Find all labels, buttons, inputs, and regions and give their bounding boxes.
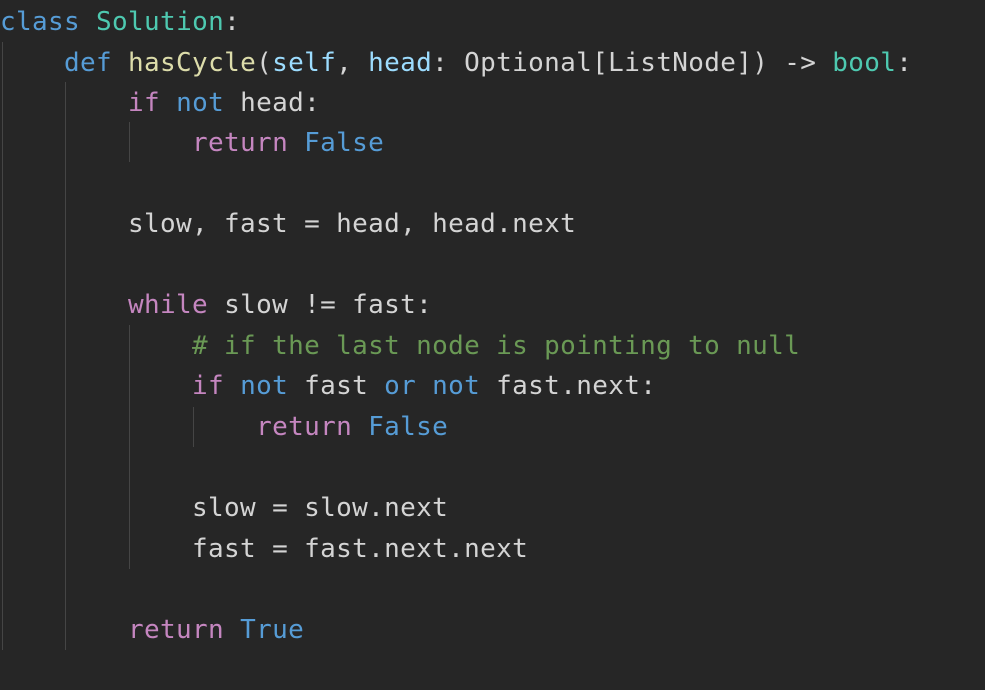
- function-name: hasCycle: [128, 48, 257, 78]
- assignment-statement: slow, fast = head, head.next: [128, 209, 577, 239]
- param-head: head: [368, 48, 433, 78]
- keyword-or: or: [384, 371, 417, 401]
- constant-true: True: [240, 615, 305, 645]
- code-line-1[interactable]: class Solution:: [0, 2, 240, 42]
- constant-false: False: [304, 128, 385, 158]
- condition-text: fast: [288, 371, 385, 401]
- type-colon: :: [432, 48, 465, 78]
- keyword-return: return: [128, 615, 225, 645]
- assignment-statement: fast = fast.next.next: [192, 534, 529, 564]
- class-name: Solution: [96, 7, 225, 37]
- keyword-if: if: [128, 88, 161, 118]
- condition-text: fast.next:: [480, 371, 657, 401]
- keyword-return: return: [192, 128, 289, 158]
- punctuation-colon: :: [896, 48, 913, 78]
- keyword-if: if: [192, 371, 225, 401]
- keyword-not: not: [176, 88, 225, 118]
- code-line-3[interactable]: if not head:: [0, 83, 320, 123]
- condition-text: head:: [224, 88, 321, 118]
- code-line-16[interactable]: return True: [0, 610, 304, 650]
- keyword-not: not: [240, 371, 289, 401]
- code-line-6[interactable]: slow, fast = head, head.next: [0, 204, 576, 244]
- param-separator: ,: [336, 48, 369, 78]
- return-type: bool: [832, 48, 897, 78]
- loop-condition: slow != fast:: [208, 290, 433, 320]
- code-editor[interactable]: class Solution: def hasCycle(self, head:…: [0, 0, 985, 690]
- code-line-4[interactable]: return False: [0, 123, 384, 163]
- code-line-14[interactable]: fast = fast.next.next: [0, 529, 528, 569]
- code-line-9[interactable]: # if the last node is pointing to null: [0, 326, 800, 366]
- code-line-10[interactable]: if not fast or not fast.next:: [0, 366, 656, 406]
- keyword-return: return: [256, 412, 353, 442]
- keyword-not: not: [432, 371, 481, 401]
- keyword-class: class: [0, 7, 81, 37]
- constant-false: False: [368, 412, 449, 442]
- paren-close: ): [752, 48, 769, 78]
- keyword-while: while: [128, 290, 209, 320]
- code-line-2[interactable]: def hasCycle(self, head: Optional[ListNo…: [0, 43, 912, 83]
- param-self: self: [272, 48, 337, 78]
- code-line-8[interactable]: while slow != fast:: [0, 285, 432, 325]
- return-arrow: ->: [768, 48, 833, 78]
- code-comment: # if the last node is pointing to null: [192, 331, 801, 361]
- keyword-def: def: [64, 48, 113, 78]
- assignment-statement: slow = slow.next: [192, 493, 449, 523]
- param-type: Optional[ListNode]: [464, 48, 753, 78]
- punctuation-colon: :: [224, 7, 241, 37]
- paren-open: (: [256, 48, 273, 78]
- code-line-13[interactable]: slow = slow.next: [0, 488, 448, 528]
- code-line-11[interactable]: return False: [0, 407, 448, 447]
